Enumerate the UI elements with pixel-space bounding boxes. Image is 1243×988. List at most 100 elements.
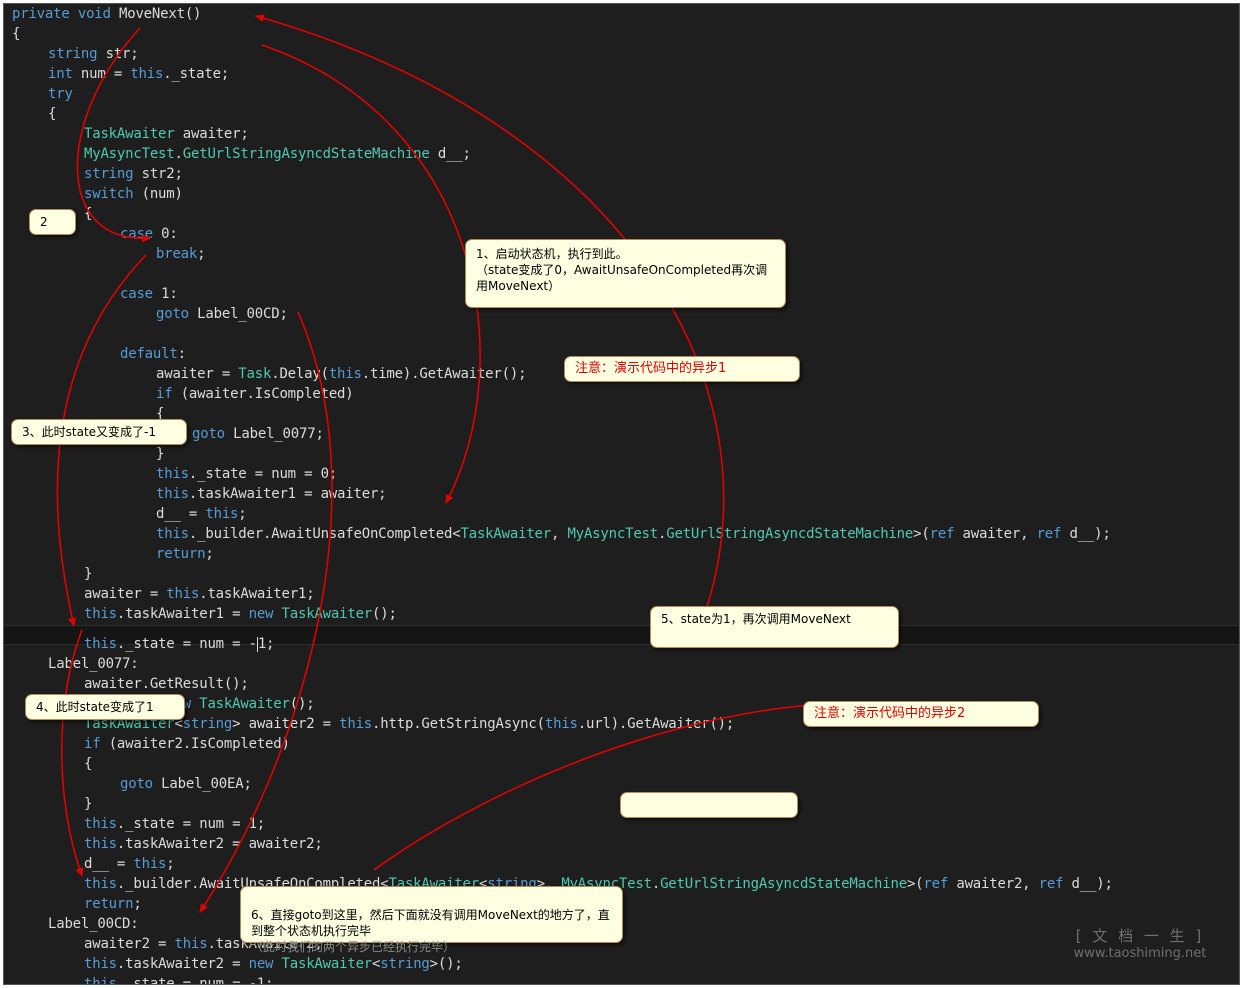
code-token: awaiter =	[84, 586, 167, 602]
code-line[interactable]: if (awaiter2.IsCompleted)	[84, 734, 290, 754]
code-token: >(	[906, 876, 924, 892]
code-token: ._state;	[163, 66, 230, 82]
keyword-token: return	[156, 546, 206, 562]
keyword-token: new	[248, 606, 274, 622]
code-line[interactable]: MyAsyncTest.GetUrlStringAsyncdStateMachi…	[84, 144, 471, 164]
code-line[interactable]: goto Label_0077;	[192, 424, 324, 444]
code-token: d__);	[1061, 526, 1111, 542]
code-token: ._state = num = 0;	[188, 466, 338, 482]
code-token: .time).GetAwaiter();	[361, 366, 527, 382]
keyword-token: this	[156, 466, 189, 482]
code-line[interactable]: }	[156, 444, 164, 464]
code-line[interactable]: this._state = num = -1;	[84, 974, 274, 985]
code-line[interactable]: this._state = num = -1;	[84, 634, 274, 654]
code-line[interactable]: if (awaiter.IsCompleted)	[156, 384, 354, 404]
code-token: {	[84, 206, 93, 222]
code-line[interactable]: string str2;	[84, 164, 183, 184]
code-line[interactable]: this._state = num = 0;	[156, 464, 337, 484]
keyword-token: this	[156, 486, 189, 502]
code-token: .url).GetAwaiter();	[577, 716, 735, 732]
code-line[interactable]: this._state = num = 1;	[84, 814, 265, 834]
keyword-token: ref	[1038, 876, 1064, 892]
code-token: ;	[166, 856, 175, 872]
code-line[interactable]: }	[84, 564, 92, 584]
watermark-url: www.taoshiming.net	[1073, 946, 1207, 961]
keyword-token: this	[544, 716, 578, 732]
code-token: ,	[551, 526, 568, 542]
code-line[interactable]: awaiter.GetResult();	[84, 674, 249, 694]
code-token: .taskAwaiter1;	[199, 586, 315, 602]
code-token: {	[84, 756, 93, 772]
keyword-token: this	[84, 816, 117, 832]
keyword-token: if	[84, 736, 101, 752]
code-line[interactable]: case 0:	[120, 224, 178, 244]
watermark: [ 文 档 一 生 ] www.taoshiming.net	[1040, 925, 1240, 961]
code-token: ;	[133, 896, 142, 912]
code-line[interactable]: goto Label_00CD;	[156, 304, 288, 324]
keyword-token: default	[120, 346, 178, 362]
keyword-token: string	[182, 716, 233, 732]
code-line[interactable]: Label_0077:	[48, 654, 139, 674]
code-editor-frame: private void MoveNext(){string str; int n…	[3, 3, 1240, 985]
code-token: Label_0077:	[48, 656, 139, 672]
code-line[interactable]: int num = this._state;	[48, 64, 229, 84]
code-token: str2;	[133, 166, 183, 182]
code-line[interactable]: goto Label_00EA;	[120, 774, 252, 794]
type-token: GetUrlStringAsyncdStateMachine	[182, 146, 430, 162]
keyword-token: private	[12, 6, 70, 22]
code-line[interactable]: switch (num)	[84, 184, 183, 204]
code-line[interactable]: this.taskAwaiter1 = awaiter;	[156, 484, 387, 504]
code-token: .taskAwaiter1 =	[116, 606, 249, 622]
type-token: MyAsyncTest	[84, 146, 175, 162]
code-token: }	[156, 446, 165, 462]
code-line[interactable]: d__ = this;	[156, 504, 247, 524]
code-line[interactable]: default:	[120, 344, 186, 364]
code-line[interactable]: try	[48, 84, 73, 104]
keyword-token: this	[133, 856, 167, 872]
code-line[interactable]: this.taskAwaiter2 = awaiter2;	[84, 834, 323, 854]
note-step-3: 3、此时state又变成了-1	[11, 419, 187, 445]
code-line[interactable]: return;	[84, 894, 142, 914]
code-token: ._state = num = -	[116, 636, 257, 652]
code-line[interactable]: {	[48, 104, 56, 124]
code-line[interactable]: Label_00CD:	[48, 914, 139, 934]
code-line[interactable]: awaiter = this.taskAwaiter1;	[84, 584, 315, 604]
code-line[interactable]: this.taskAwaiter1 = new TaskAwaiter();	[84, 604, 397, 624]
code-token: .http.GetStringAsync(	[372, 716, 545, 732]
code-line[interactable]: case 1:	[120, 284, 178, 304]
keyword-token: return	[84, 896, 134, 912]
code-token: .	[651, 876, 661, 892]
code-line[interactable]: {	[84, 204, 92, 224]
code-token: 0:	[152, 226, 178, 242]
code-token: >(	[913, 526, 930, 542]
code-token: (num)	[133, 186, 183, 202]
code-line[interactable]: return;	[156, 544, 214, 564]
keyword-token: switch	[84, 186, 134, 202]
keyword-token: this	[328, 366, 362, 382]
code-token: ._state = num = 1;	[116, 816, 266, 832]
code-line[interactable]: private void MoveNext()	[12, 4, 201, 24]
type-token: GetUrlStringAsyncdStateMachine	[666, 526, 914, 542]
editor-pane-top[interactable]: private void MoveNext() { string str; int n…	[4, 4, 1239, 624]
keyword-token: this	[84, 876, 117, 892]
code-line[interactable]: this._builder.AwaitUnsafeOnCompleted<Tas…	[156, 524, 1111, 544]
code-token: str;	[97, 46, 139, 62]
code-line[interactable]: {	[12, 24, 20, 44]
code-line[interactable]: {	[84, 754, 92, 774]
code-token: {	[12, 26, 21, 42]
code-line[interactable]: d__ = this;	[84, 854, 175, 874]
keyword-token: ref	[929, 526, 955, 542]
code-token: d__);	[1063, 876, 1113, 892]
code-token: ._state = num = -1;	[116, 976, 274, 985]
code-line[interactable]: }	[84, 794, 92, 814]
type-token: TaskAwaiter	[460, 526, 552, 542]
code-token: }	[84, 566, 93, 582]
code-line[interactable]: string str;	[48, 44, 139, 64]
keyword-token: this	[205, 506, 239, 522]
type-token: TaskAwaiter	[199, 696, 290, 712]
code-line[interactable]: awaiter = Task.Delay(this.time).GetAwait…	[156, 364, 527, 384]
note-step-6-subtext: （此时我们的两个异步已经执行完毕）	[251, 940, 456, 954]
code-token: ();	[372, 606, 397, 622]
code-line[interactable]: break;	[156, 244, 206, 264]
code-line[interactable]: TaskAwaiter awaiter;	[84, 124, 249, 144]
